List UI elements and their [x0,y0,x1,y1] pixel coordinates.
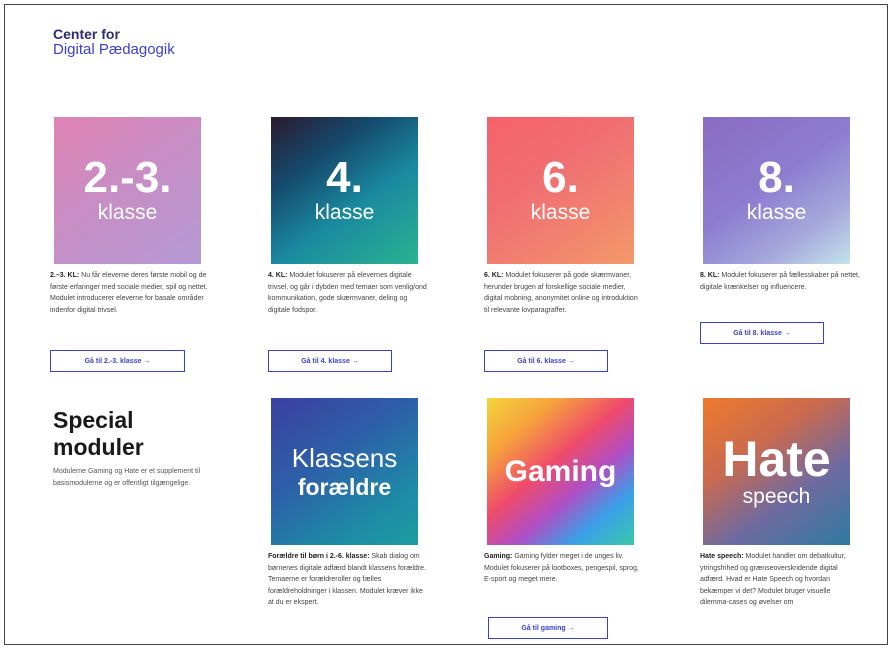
grade-description-label: 8. KL: [700,272,720,279]
module-description-text: Skab dialog om børnenes digitale adfærd … [268,553,426,606]
tile-parents-module[interactable]: Klassens forældre [271,398,418,545]
tile-gaming-module[interactable]: Gaming [487,398,634,545]
tile-grade-number: 2.-3. [83,152,172,202]
tile-grade-6[interactable]: 6. klasse [487,117,634,264]
tile-module-word1: Hate [722,430,831,487]
module-description-label: Hate speech: [700,553,744,560]
goto-grade-2-3-button[interactable]: Gå til 2.-3. klasse → [50,350,185,372]
tile-grade-2-3[interactable]: 2.-3. klasse [54,117,201,264]
grade-description-label: 4. KL: [268,272,288,279]
grade-description-label: 6. KL: [484,272,504,279]
logo-line2: Digital Pædagogik [53,41,175,58]
special-modules-heading: Special moduler [53,407,144,461]
tile-module-word2: forældre [297,473,392,500]
grade-description-label: 2.–3. KL: [50,272,80,279]
logo[interactable]: Center for Digital Pædagogik [53,26,175,58]
tile-grade-8[interactable]: 8. klasse [703,117,850,264]
module-description: Gaming: Gaming fylder meget i de unges l… [484,551,644,586]
tile-module-word2: speech [742,484,811,508]
module-description-text: Modulet handler om debatkultur, ytringsf… [700,553,846,606]
grade-description: 8. KL: Modulet fokuserer på fællesskaber… [700,270,860,293]
tile-grade-word: klasse [530,200,591,224]
tile-grade-number: 6. [542,152,579,202]
grade-description-text: Modulet fokuserer på fællesskaber på net… [700,272,860,291]
goto-gaming-button[interactable]: Gå til gaming → [488,617,608,639]
tile-grade-word: klasse [314,200,375,224]
goto-grade-4-button[interactable]: Gå til 4. klasse → [268,350,392,372]
module-description-label: Gaming: [484,553,513,560]
tile-hate-speech-module[interactable]: Hate speech [703,398,850,545]
module-description: Forældre til børn i 2.-6. klasse: Skab d… [268,551,428,609]
logo-line1: Center for [53,26,120,42]
tile-module-word1: Klassens [291,442,398,473]
tile-grade-word: klasse [97,200,158,224]
tile-grade-number: 8. [758,152,795,202]
grade-description: 4. KL: Modulet fokuserer på elevernes di… [268,270,428,316]
tile-grade-4[interactable]: 4. klasse [271,117,418,264]
grade-description: 6. KL: Modulet fokuserer på gode skærmva… [484,270,644,316]
special-modules-description: Modulerne Gaming og Hate er et supplemen… [53,468,201,487]
goto-grade-8-button[interactable]: Gå til 8. klasse → [700,322,824,344]
tile-grade-word: klasse [746,200,807,224]
special-title-line2: moduler [53,434,144,460]
grade-description: 2.–3. KL: Nu får eleverne deres første m… [50,270,210,316]
module-description-label: Forældre til børn i 2.-6. klasse: [268,553,370,560]
grade-description-text: Modulet fokuserer på elevernes digitale … [268,272,427,314]
special-title-line1: Special [53,407,134,433]
module-description: Hate speech: Modulet handler om debatkul… [700,551,860,609]
grade-description-text: Modulet fokuserer på gode skærmvaner, he… [484,272,638,314]
goto-grade-6-button[interactable]: Gå til 6. klasse → [484,350,608,372]
tile-grade-number: 4. [326,152,363,202]
tile-module-word1: Gaming [504,454,617,488]
page-frame: Center for Digital Pædagogik 2.-3. klass… [4,4,888,645]
